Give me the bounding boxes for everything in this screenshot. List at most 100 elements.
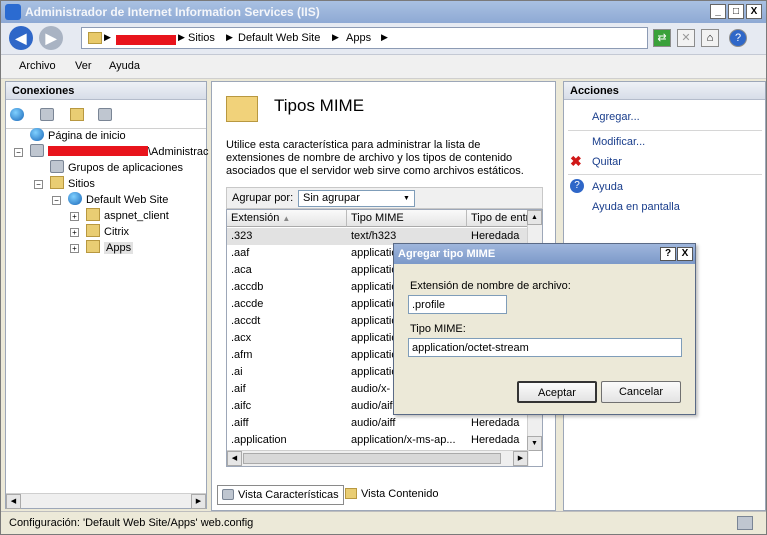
app-pools-icon bbox=[50, 160, 64, 173]
collapse-icon[interactable]: − bbox=[34, 180, 43, 189]
action-edit[interactable]: Modificar... bbox=[592, 136, 645, 148]
divider bbox=[568, 130, 762, 131]
disconnect-icon[interactable] bbox=[98, 108, 112, 121]
breadcrumb-default-web-site[interactable]: Default Web Site bbox=[238, 32, 320, 44]
connect-icon[interactable] bbox=[10, 108, 24, 121]
breadcrumb[interactable]: ▶ ▶ Sitios ▶ Default Web Site ▶ Apps ▶ bbox=[81, 27, 648, 49]
scroll-left-icon[interactable]: ◀ bbox=[227, 451, 242, 466]
dialog-close-button[interactable]: X bbox=[677, 247, 693, 261]
expand-icon[interactable]: + bbox=[70, 212, 79, 221]
table-cell-ext[interactable]: .acx bbox=[227, 330, 347, 347]
iis-app-icon bbox=[5, 4, 21, 20]
tab-content-view[interactable]: Vista Contenido bbox=[341, 485, 442, 505]
scroll-up-icon[interactable]: ▲ bbox=[527, 210, 542, 225]
scroll-thumb[interactable] bbox=[243, 453, 501, 464]
table-cell-ext[interactable]: .afm bbox=[227, 347, 347, 364]
collapse-icon[interactable]: − bbox=[14, 148, 23, 157]
content-view-icon bbox=[345, 488, 357, 499]
column-header-mime[interactable]: Tipo MIME bbox=[347, 210, 467, 227]
action-help[interactable]: Ayuda bbox=[592, 181, 623, 193]
tree-item-start-page[interactable]: Página de inicio bbox=[30, 128, 126, 144]
expand-icon[interactable]: + bbox=[70, 244, 79, 253]
action-help-online[interactable]: Ayuda en pantalla bbox=[592, 201, 680, 213]
window-title: Administrador de Internet Information Se… bbox=[25, 5, 320, 19]
table-cell-type[interactable]: Heredada bbox=[467, 415, 529, 432]
action-remove[interactable]: Quitar bbox=[592, 156, 622, 168]
chevron-right-icon: ▶ bbox=[178, 32, 185, 42]
connections-header: Conexiones bbox=[6, 82, 206, 100]
dialog-title: Agregar tipo MIME ? X bbox=[394, 244, 695, 264]
menu-ver[interactable]: Ver bbox=[75, 60, 92, 72]
table-cell-ext[interactable]: .accde bbox=[227, 296, 347, 313]
back-arrow-icon[interactable]: ◀ bbox=[9, 26, 33, 50]
folder-icon bbox=[86, 208, 100, 221]
horizontal-scrollbar[interactable]: ◀ ▶ bbox=[227, 450, 529, 466]
column-header-type[interactable]: Tipo de entr bbox=[467, 210, 529, 227]
scroll-down-icon[interactable]: ▼ bbox=[527, 436, 542, 451]
up-folder-icon[interactable] bbox=[70, 108, 84, 121]
breadcrumb-sites[interactable]: Sitios bbox=[188, 32, 215, 44]
help-icon[interactable]: ? bbox=[729, 29, 747, 47]
redacted-server-name bbox=[116, 35, 176, 45]
horizontal-scrollbar[interactable]: ◀ ▶ bbox=[6, 493, 206, 509]
tree-item-aspnet-client[interactable]: aspnet_client bbox=[86, 208, 169, 224]
menu-bar: Archivo Ver Ayuda bbox=[1, 55, 766, 79]
sites-icon bbox=[50, 176, 64, 189]
tree-item-apps[interactable]: Apps bbox=[86, 240, 134, 256]
expand-icon[interactable]: + bbox=[70, 228, 79, 237]
forward-arrow-icon[interactable]: ▶ bbox=[39, 26, 63, 50]
dialog-help-button[interactable]: ? bbox=[660, 247, 676, 261]
table-cell-ext[interactable]: .aaf bbox=[227, 245, 347, 262]
tab-features-view[interactable]: Vista Características bbox=[217, 485, 344, 505]
server-icon bbox=[30, 144, 44, 157]
breadcrumb-apps[interactable]: Apps bbox=[346, 32, 371, 44]
extension-field[interactable] bbox=[408, 295, 507, 314]
table-cell-mime[interactable]: audio/aiff bbox=[347, 415, 467, 432]
close-button[interactable]: X bbox=[746, 4, 762, 19]
divider bbox=[568, 174, 762, 175]
tree-item-citrix[interactable]: Citrix bbox=[86, 224, 129, 240]
folder-icon bbox=[88, 32, 102, 44]
scroll-right-icon[interactable]: ▶ bbox=[191, 494, 206, 509]
mime-type-field[interactable] bbox=[408, 338, 682, 357]
minimize-button[interactable]: _ bbox=[710, 4, 726, 19]
scroll-right-icon[interactable]: ▶ bbox=[513, 451, 528, 466]
chevron-down-icon[interactable]: ▼ bbox=[400, 192, 413, 205]
scroll-left-icon[interactable]: ◀ bbox=[6, 494, 21, 509]
view-tabs: Vista Características Vista Contenido bbox=[211, 483, 556, 509]
connections-panel: Conexiones Página de inicio − \Administr… bbox=[5, 81, 209, 509]
cancel-button[interactable]: Cancelar bbox=[601, 381, 681, 403]
table-cell-ext[interactable]: .aca bbox=[227, 262, 347, 279]
menu-archivo[interactable]: Archivo bbox=[19, 60, 56, 72]
table-cell-mime[interactable]: application/x-ms-ap... bbox=[347, 432, 467, 449]
folder-icon bbox=[86, 224, 100, 237]
group-by-select[interactable]: Sin agrupar ▼ bbox=[298, 190, 415, 207]
tree-item-server[interactable]: \Administrac bbox=[30, 144, 209, 160]
tree-item-sites[interactable]: Sitios bbox=[50, 176, 95, 192]
column-header-extension[interactable]: Extensión ▲ bbox=[227, 210, 347, 227]
collapse-icon[interactable]: − bbox=[52, 196, 61, 205]
tree-item-app-pools[interactable]: Grupos de aplicaciones bbox=[50, 160, 183, 176]
accept-button[interactable]: Aceptar bbox=[517, 381, 597, 403]
table-cell-ext[interactable]: .aiff bbox=[227, 415, 347, 432]
menu-ayuda[interactable]: Ayuda bbox=[109, 60, 140, 72]
maximize-button[interactable]: □ bbox=[728, 4, 744, 19]
table-cell-ext[interactable]: .323 bbox=[227, 228, 347, 245]
table-cell-type[interactable]: Heredada bbox=[467, 432, 529, 449]
folder-icon bbox=[86, 240, 100, 253]
mime-folder-icon bbox=[226, 96, 258, 122]
home-icon[interactable]: ⌂ bbox=[701, 29, 719, 47]
table-cell-ext[interactable]: .application bbox=[227, 432, 347, 449]
group-by-label: Agrupar por: bbox=[232, 192, 294, 204]
tree-item-default-web-site[interactable]: Default Web Site bbox=[68, 192, 168, 208]
save-icon[interactable] bbox=[40, 108, 54, 121]
table-cell-ext[interactable]: .ai bbox=[227, 364, 347, 381]
stop-icon[interactable]: ✕ bbox=[677, 29, 695, 47]
table-cell-ext[interactable]: .aif bbox=[227, 381, 347, 398]
table-cell-ext[interactable]: .accdb bbox=[227, 279, 347, 296]
action-add[interactable]: Agregar... bbox=[592, 111, 640, 123]
title-bar: Administrador de Internet Information Se… bbox=[1, 1, 766, 23]
refresh-icon[interactable]: ⇄ bbox=[653, 29, 671, 47]
table-cell-ext[interactable]: .accdt bbox=[227, 313, 347, 330]
table-cell-ext[interactable]: .aifc bbox=[227, 398, 347, 415]
